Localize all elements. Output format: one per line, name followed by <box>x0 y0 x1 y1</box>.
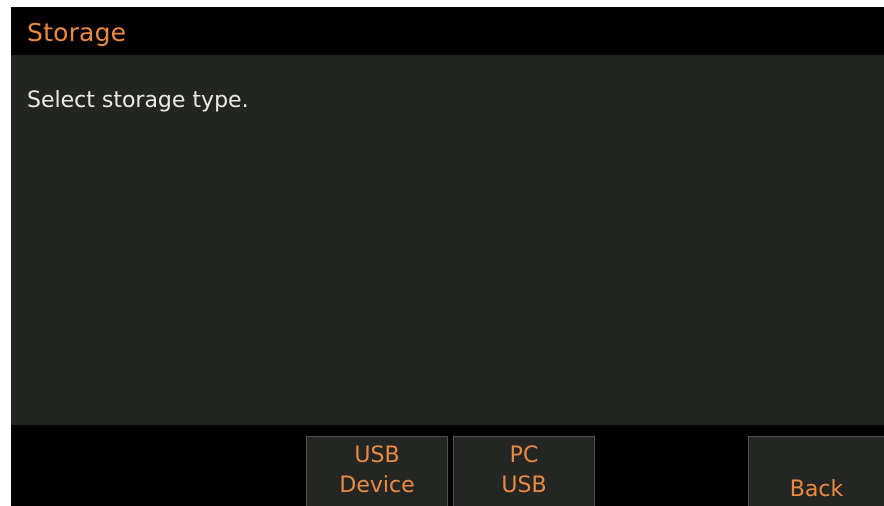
pc-usb-label-line2: USB <box>501 473 547 498</box>
usb-device-label-line2: Device <box>339 473 415 498</box>
pc-usb-label-line1: PC <box>509 443 539 468</box>
instruction-message: Select storage type. <box>27 88 249 113</box>
usb-device-button[interactable]: USB Device <box>306 436 448 506</box>
title-bar: Storage <box>11 7 884 55</box>
pc-usb-button[interactable]: PC USB <box>453 436 595 506</box>
content-area: Select storage type. <box>11 55 884 425</box>
screen-title: Storage <box>27 18 127 47</box>
usb-device-label-line1: USB <box>354 443 400 468</box>
softkey-bar: USB Device PC USB Back <box>11 425 884 506</box>
device-screen: Storage Select storage type. USB Device … <box>11 7 884 506</box>
back-button[interactable]: Back <box>748 436 884 506</box>
back-label: Back <box>789 477 844 502</box>
